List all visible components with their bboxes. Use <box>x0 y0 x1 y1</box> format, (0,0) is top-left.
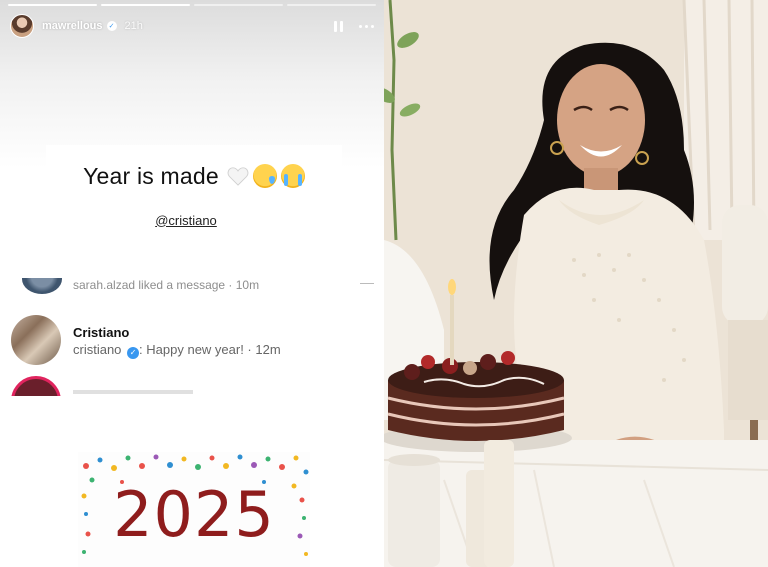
story-background <box>0 0 384 280</box>
progress-segment <box>287 4 376 6</box>
notification-message: cristiano ✓: Happy new year! · 12m <box>73 342 281 359</box>
instagram-story: mawrellous ✓ 21h Year is made @cristiano… <box>0 0 384 567</box>
avatar <box>22 278 62 294</box>
story-header: mawrellous ✓ 21h <box>10 13 374 39</box>
mention-sticker[interactable]: @cristiano <box>134 205 238 235</box>
story-caption: Year is made <box>46 145 342 207</box>
notification-name: Cristiano <box>73 325 130 340</box>
notification-text: : Happy new year! · 12m <box>139 342 281 357</box>
progress-segment <box>194 4 283 6</box>
photo-illustration <box>384 0 768 567</box>
mention-text[interactable]: @cristiano <box>155 213 217 228</box>
more-icon[interactable] <box>359 24 374 28</box>
divider <box>360 283 374 284</box>
avatar[interactable] <box>10 14 34 38</box>
new-year-card: 2025 <box>78 452 310 567</box>
verified-icon: ✓ <box>127 346 140 359</box>
notification-text-placeholder <box>73 390 193 394</box>
story-time: 21h <box>124 20 143 32</box>
progress-segment <box>101 4 190 6</box>
list-item[interactable]: sarah.alzad liked a message · 10m <box>0 278 384 300</box>
notification-handle: cristiano <box>73 342 122 357</box>
list-item[interactable]: Cristiano cristiano ✓: Happy new year! ·… <box>0 312 384 368</box>
story-username[interactable]: mawrellous <box>42 20 103 32</box>
notification-text: sarah.alzad liked a message · 10m <box>73 278 260 292</box>
heart-icon <box>227 166 249 186</box>
notification-list: sarah.alzad liked a message · 10m Cristi… <box>0 278 384 396</box>
crying-face-icon <box>280 164 305 188</box>
caption-text: Year is made <box>83 162 219 189</box>
story-progress-bar <box>8 4 376 6</box>
avatar[interactable] <box>11 376 61 396</box>
pause-icon[interactable] <box>331 19 345 33</box>
verified-icon: ✓ <box>106 21 117 31</box>
year-text: 2025 <box>113 478 275 551</box>
tear-face-icon <box>252 164 277 188</box>
progress-segment <box>8 4 97 6</box>
avatar[interactable] <box>11 315 61 365</box>
photo <box>384 0 768 567</box>
